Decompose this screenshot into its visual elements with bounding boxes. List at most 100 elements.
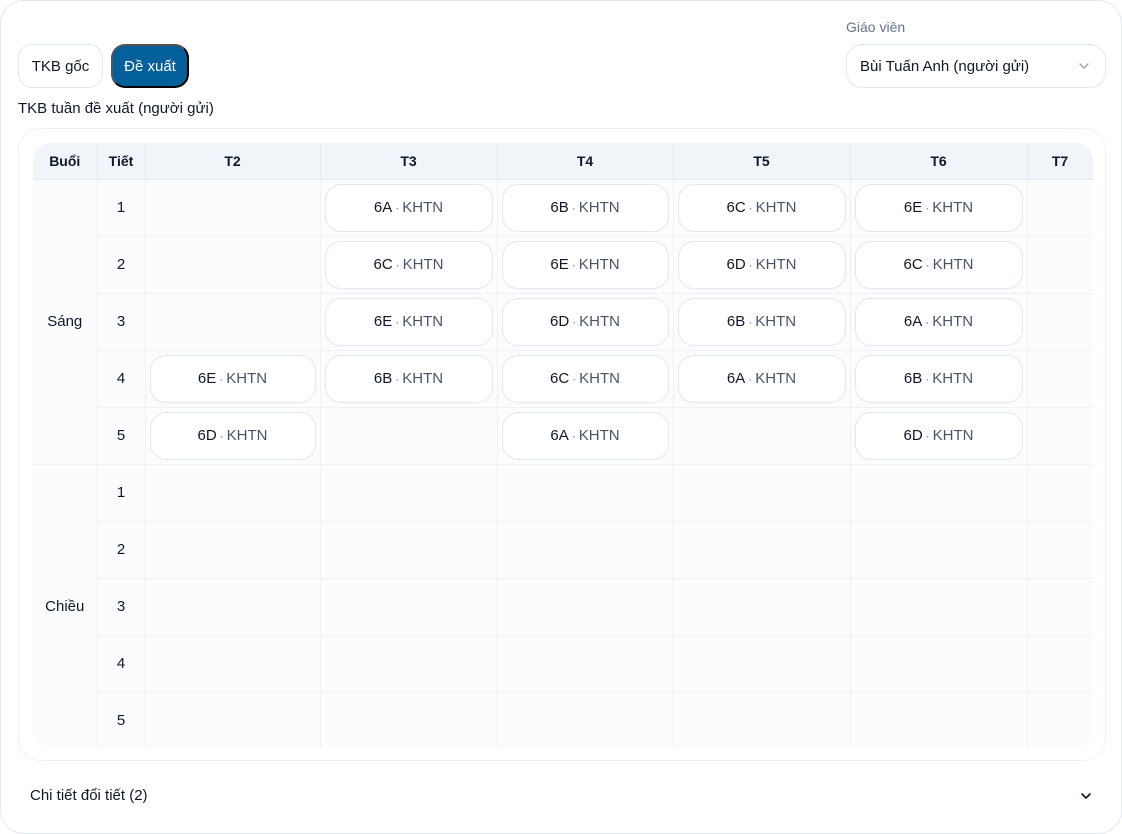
- timetable-slot: 6B · KHTN: [320, 350, 498, 408]
- timetable-slot[interactable]: [1027, 179, 1093, 237]
- lesson-chip[interactable]: 6A · KHTN: [324, 183, 493, 232]
- teacher-select[interactable]: Bùi Tuấn Anh (người gửi): [846, 44, 1106, 88]
- lesson-chip[interactable]: 6E · KHTN: [501, 240, 669, 289]
- timetable-slot[interactable]: [145, 578, 321, 636]
- original-timetable-button[interactable]: TKB gốc: [18, 44, 103, 88]
- swap-details-toggle[interactable]: Chi tiết đổi tiết (2): [30, 787, 148, 804]
- separator: ·: [925, 314, 930, 329]
- lesson-chip[interactable]: 6E · KHTN: [149, 354, 316, 403]
- class-name: 6B: [903, 370, 923, 387]
- timetable-slot[interactable]: [1027, 407, 1093, 465]
- lesson-chip[interactable]: 6B · KHTN: [854, 354, 1023, 403]
- lesson-chip[interactable]: 6C · KHTN: [324, 240, 493, 289]
- session-label: Sáng: [33, 179, 98, 465]
- class-name: 6C: [373, 256, 393, 273]
- subject-name: KHTN: [402, 256, 444, 273]
- timetable-slot[interactable]: [673, 464, 851, 522]
- timetable-slot[interactable]: [320, 692, 498, 748]
- timetable-slot[interactable]: [497, 692, 674, 748]
- timetable-slot[interactable]: [145, 293, 321, 351]
- timetable-slot[interactable]: [673, 578, 851, 636]
- lesson-chip[interactable]: 6D · KHTN: [501, 297, 669, 346]
- table-row: 4 6E · KHTN 6B · KHTN 6C · KHTN 6A · KHTN 6B · KHTN: [33, 350, 1093, 408]
- timetable-slot[interactable]: [497, 578, 674, 636]
- class-name: 6C: [726, 199, 746, 216]
- timetable-slot[interactable]: [1027, 293, 1093, 351]
- timetable-slot[interactable]: [145, 635, 321, 693]
- timetable-slot[interactable]: [320, 407, 498, 465]
- chevron-down-icon: [1079, 63, 1089, 69]
- lesson-chip[interactable]: 6D · KHTN: [149, 411, 316, 460]
- timetable-slot: 6D · KHTN: [850, 407, 1028, 465]
- timetable-slot: 6E · KHTN: [850, 179, 1028, 237]
- timetable-slot[interactable]: [320, 635, 498, 693]
- timetable-slot: 6C · KHTN: [673, 179, 851, 237]
- lesson-chip[interactable]: 6C · KHTN: [854, 240, 1023, 289]
- separator: ·: [925, 200, 930, 215]
- lesson-chip[interactable]: 6B · KHTN: [677, 297, 846, 346]
- table-row: 5 6D · KHTN 6A · KHTN 6D · KHTN: [33, 407, 1093, 465]
- timetable-slot[interactable]: [850, 464, 1028, 522]
- timetable-slot[interactable]: [320, 521, 498, 579]
- subject-name: KHTN: [932, 427, 974, 444]
- class-name: 6A: [550, 427, 569, 444]
- timetable-slot[interactable]: [1027, 578, 1093, 636]
- lesson-chip[interactable]: 6D · KHTN: [854, 411, 1023, 460]
- timetable-slot[interactable]: [1027, 350, 1093, 408]
- timetable-slot: 6B · KHTN: [497, 179, 674, 237]
- table-row: Chiều 1: [33, 464, 1093, 748]
- timetable-slot[interactable]: [320, 578, 498, 636]
- timetable-table: Buổi Tiết T2 T3 T4 T5 T6 T7 Sáng 1 6A · KHTN 6B · KHTN…: [33, 143, 1093, 748]
- timetable-slot: 6E · KHTN: [145, 350, 321, 408]
- lesson-chip[interactable]: 6E · KHTN: [854, 183, 1023, 232]
- lesson-chip[interactable]: 6C · KHTN: [501, 354, 669, 403]
- subject-name: KHTN: [402, 370, 444, 387]
- timetable-slot[interactable]: [673, 521, 851, 579]
- timetable-slot[interactable]: [673, 692, 851, 748]
- proposal-button[interactable]: Đề xuất: [111, 44, 189, 88]
- class-name: 6C: [549, 370, 570, 387]
- class-name: 6A: [903, 313, 923, 330]
- timetable-slot[interactable]: [145, 692, 321, 748]
- timetable-slot[interactable]: [1027, 635, 1093, 693]
- class-name: 6E: [903, 199, 923, 216]
- timetable-slot[interactable]: [673, 635, 851, 693]
- timetable-slot[interactable]: [1027, 464, 1093, 522]
- class-name: 6E: [550, 256, 569, 273]
- timetable-slot[interactable]: [850, 635, 1028, 693]
- timetable-slot[interactable]: [1027, 521, 1093, 579]
- class-name: 6A: [726, 370, 746, 387]
- lesson-chip[interactable]: 6B · KHTN: [501, 183, 669, 232]
- timetable-slot[interactable]: [1027, 692, 1093, 748]
- lesson-chip[interactable]: 6E · KHTN: [324, 297, 493, 346]
- timetable-slot[interactable]: [497, 635, 674, 693]
- subject-name: KHTN: [755, 256, 797, 273]
- timetable-slot[interactable]: [1027, 236, 1093, 294]
- lesson-chip[interactable]: 6B · KHTN: [324, 354, 493, 403]
- timetable-slot[interactable]: [497, 464, 674, 522]
- timetable-slot[interactable]: [850, 692, 1028, 748]
- timetable-slot[interactable]: [320, 464, 498, 522]
- table-row: 2: [33, 521, 1093, 579]
- subject-name: KHTN: [932, 313, 974, 330]
- lesson-chip[interactable]: 6C · KHTN: [677, 183, 846, 232]
- lesson-chip[interactable]: 6A · KHTN: [854, 297, 1023, 346]
- timetable-slot[interactable]: [145, 236, 321, 294]
- timetable-slot[interactable]: [145, 521, 321, 579]
- timetable-slot[interactable]: [145, 179, 321, 237]
- timetable-slot[interactable]: [145, 464, 321, 522]
- chevron-down-icon[interactable]: [1078, 788, 1094, 804]
- timetable-slot: 6B · KHTN: [673, 293, 851, 351]
- separator: ·: [748, 371, 753, 386]
- timetable-slot[interactable]: [497, 521, 674, 579]
- timetable-slot: 6E · KHTN: [320, 293, 498, 351]
- timetable-slot[interactable]: [850, 521, 1028, 579]
- timetable-slot[interactable]: [673, 407, 851, 465]
- separator: ·: [219, 371, 224, 386]
- class-name: 6D: [903, 427, 923, 444]
- lesson-chip[interactable]: 6A · KHTN: [677, 354, 846, 403]
- timetable-slot[interactable]: [850, 578, 1028, 636]
- lesson-chip[interactable]: 6D · KHTN: [677, 240, 846, 289]
- lesson-chip[interactable]: 6A · KHTN: [501, 411, 669, 460]
- subject-name: KHTN: [578, 427, 620, 444]
